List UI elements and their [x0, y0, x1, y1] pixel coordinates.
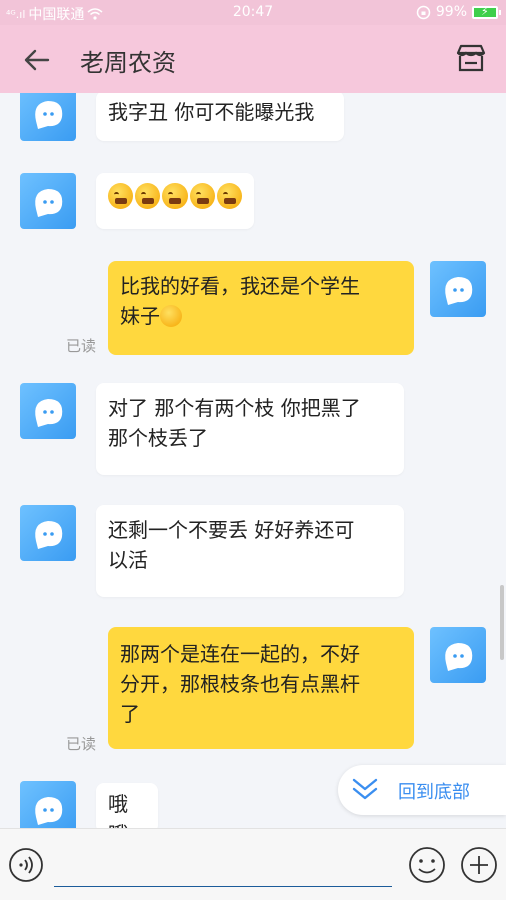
emoji-row — [108, 179, 243, 209]
avatar-face-icon — [35, 399, 63, 427]
back-to-bottom-button[interactable]: 回到底部 — [338, 765, 506, 815]
read-receipt: 已读 — [66, 735, 97, 753]
message-text: 我字丑 你可不能曝光我 — [108, 100, 315, 124]
read-receipt: 已读 — [66, 337, 97, 355]
avatar-face-icon — [35, 101, 63, 129]
double-chevron-down-icon — [352, 778, 378, 800]
emoji-message-bubble[interactable] — [96, 173, 254, 229]
message-text: 哦哦 — [108, 792, 128, 828]
avatar-face-icon — [35, 797, 63, 825]
message-text-line: 妹子 — [120, 301, 402, 331]
plus-icon[interactable] — [460, 846, 498, 884]
alarm-lock-icon — [416, 5, 431, 19]
message-text: 比我的好看，我还是个学生 — [120, 274, 360, 298]
avatar[interactable] — [20, 383, 76, 439]
avatar[interactable] — [20, 505, 76, 561]
back-to-bottom-label: 回到底部 — [398, 782, 470, 803]
thinking-emoji-icon — [160, 305, 182, 327]
avatar-face-icon — [35, 521, 63, 549]
message-text: 那两个是连在一起的，不好 — [120, 642, 360, 666]
back-arrow-icon[interactable] — [22, 45, 52, 75]
mouth-zipped-emoji-icon — [135, 183, 161, 209]
mouth-zipped-emoji-icon — [162, 183, 188, 209]
message-bubble-sent[interactable]: 那两个是连在一起的，不好 分开，那根枝条也有点黑杆 了 — [108, 627, 414, 749]
voice-icon[interactable] — [8, 847, 44, 883]
mouth-zipped-emoji-icon — [189, 183, 215, 209]
avatar[interactable] — [20, 173, 76, 229]
battery-percent: 99% — [435, 4, 467, 20]
message-bubble-sent[interactable]: 比我的好看，我还是个学生 妹子 — [108, 261, 414, 355]
message-input[interactable] — [54, 845, 392, 887]
chat-title: 老周农资 — [80, 49, 176, 77]
mouth-zipped-emoji-icon — [216, 183, 243, 209]
avatar-face-icon — [445, 643, 473, 671]
status-bar: ⁴ᴳ.ıl 中国联通 20:47 99% ⚡ — [0, 0, 506, 25]
message-text-line: 了 — [120, 702, 140, 726]
message-text: 还剩一个不要丢 好好养还可 — [108, 518, 355, 542]
input-bar — [0, 828, 506, 900]
avatar-self[interactable] — [430, 627, 486, 683]
message-bubble[interactable]: 我字丑 你可不能曝光我 — [96, 93, 344, 141]
emoji-icon[interactable] — [408, 846, 446, 884]
message-bubble[interactable]: 对了 那个有两个枝 你把黑了 那个枝丢了 — [96, 383, 404, 475]
chat-header: 老周农资 — [0, 25, 506, 93]
chat-area[interactable]: 我字丑 你可不能曝光我 比我的好看，我还是个学生 妹子 已读 对了 那个有两个枝… — [0, 93, 506, 828]
avatar[interactable] — [20, 93, 76, 141]
message-text-line: 以活 — [108, 548, 148, 572]
message-bubble[interactable]: 哦哦 — [96, 783, 158, 828]
message-text-line: 那个枝丢了 — [108, 426, 208, 450]
battery-icon: ⚡ — [472, 5, 501, 19]
avatar-face-icon — [445, 277, 473, 305]
message-text-line: 分开，那根枝条也有点黑杆 — [120, 672, 360, 696]
status-right: 99% ⚡ — [416, 4, 501, 20]
avatar-face-icon — [35, 189, 63, 217]
message-text: 对了 那个有两个枝 你把黑了 — [108, 396, 361, 420]
avatar-self[interactable] — [430, 261, 486, 317]
avatar[interactable] — [20, 781, 76, 828]
mouth-zipped-emoji-icon — [108, 183, 134, 209]
scrollbar[interactable] — [500, 585, 504, 660]
message-bubble[interactable]: 还剩一个不要丢 好好养还可 以活 — [96, 505, 404, 597]
shop-icon[interactable] — [454, 41, 488, 75]
